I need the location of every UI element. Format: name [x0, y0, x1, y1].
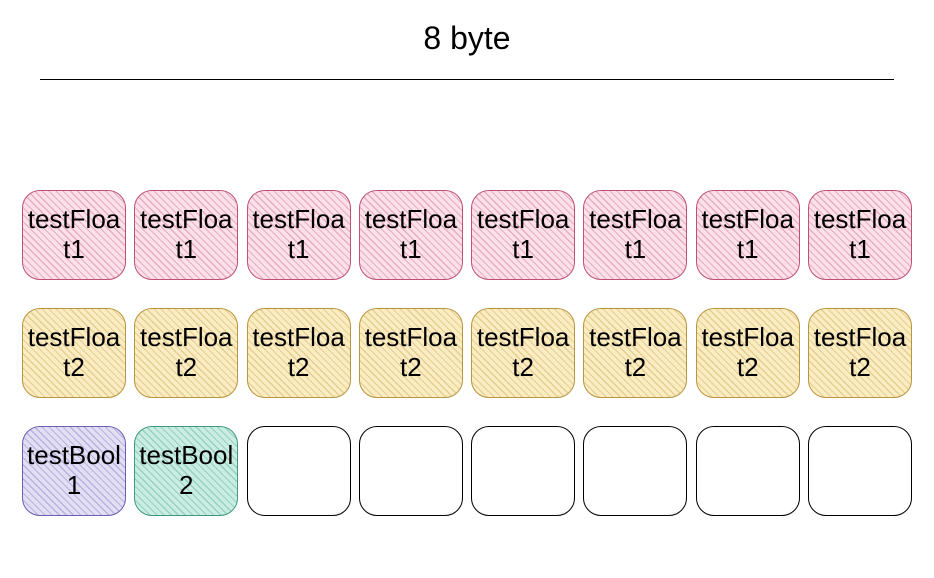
byte-cell: testFloat1 — [22, 190, 126, 280]
cell-label: testFloat2 — [697, 323, 799, 383]
diagram-title: 8 byte — [10, 20, 924, 57]
byte-cell: testFloat2 — [22, 308, 126, 398]
byte-cell — [583, 426, 687, 516]
byte-cell: testFloat2 — [696, 308, 800, 398]
cell-label: testFloat1 — [472, 205, 574, 265]
byte-cell — [696, 426, 800, 516]
cell-label: testFloat2 — [23, 323, 125, 383]
cell-label: testFloat1 — [248, 205, 350, 265]
byte-cell — [359, 426, 463, 516]
divider-line — [40, 79, 894, 80]
byte-cell: testFloat2 — [359, 308, 463, 398]
cell-label: testFloat1 — [360, 205, 462, 265]
byte-cell: testFloat1 — [583, 190, 687, 280]
cell-label: testFloat2 — [248, 323, 350, 383]
cell-label: testBool1 — [23, 441, 125, 501]
cell-label: testFloat2 — [809, 323, 911, 383]
byte-cell: testFloat2 — [247, 308, 351, 398]
byte-cell: testBool2 — [134, 426, 238, 516]
byte-row-1: testFloat2 testFloat2 testFloat2 testFlo… — [10, 308, 924, 398]
byte-cell: testFloat2 — [808, 308, 912, 398]
byte-cell: testFloat2 — [134, 308, 238, 398]
byte-cell: testFloat1 — [359, 190, 463, 280]
byte-row-2: testBool1 testBool2 — [10, 426, 924, 516]
byte-cell: testFloat1 — [696, 190, 800, 280]
cell-label: testFloat1 — [697, 205, 799, 265]
byte-cell — [247, 426, 351, 516]
byte-cell: testFloat1 — [471, 190, 575, 280]
cell-label: testFloat1 — [135, 205, 237, 265]
byte-cell: testFloat1 — [134, 190, 238, 280]
cell-label: testFloat2 — [584, 323, 686, 383]
byte-cell: testBool1 — [22, 426, 126, 516]
byte-cell: testFloat1 — [247, 190, 351, 280]
byte-cell: testFloat2 — [471, 308, 575, 398]
byte-row-0: testFloat1 testFloat1 testFloat1 testFlo… — [10, 190, 924, 280]
cell-label: testFloat1 — [23, 205, 125, 265]
cell-label: testFloat2 — [472, 323, 574, 383]
cell-label: testFloat2 — [360, 323, 462, 383]
cell-label: testBool2 — [135, 441, 237, 501]
cell-label: testFloat1 — [809, 205, 911, 265]
byte-cell: testFloat1 — [808, 190, 912, 280]
cell-label: testFloat1 — [584, 205, 686, 265]
byte-cell — [471, 426, 575, 516]
byte-cell — [808, 426, 912, 516]
cell-label: testFloat2 — [135, 323, 237, 383]
byte-cell: testFloat2 — [583, 308, 687, 398]
